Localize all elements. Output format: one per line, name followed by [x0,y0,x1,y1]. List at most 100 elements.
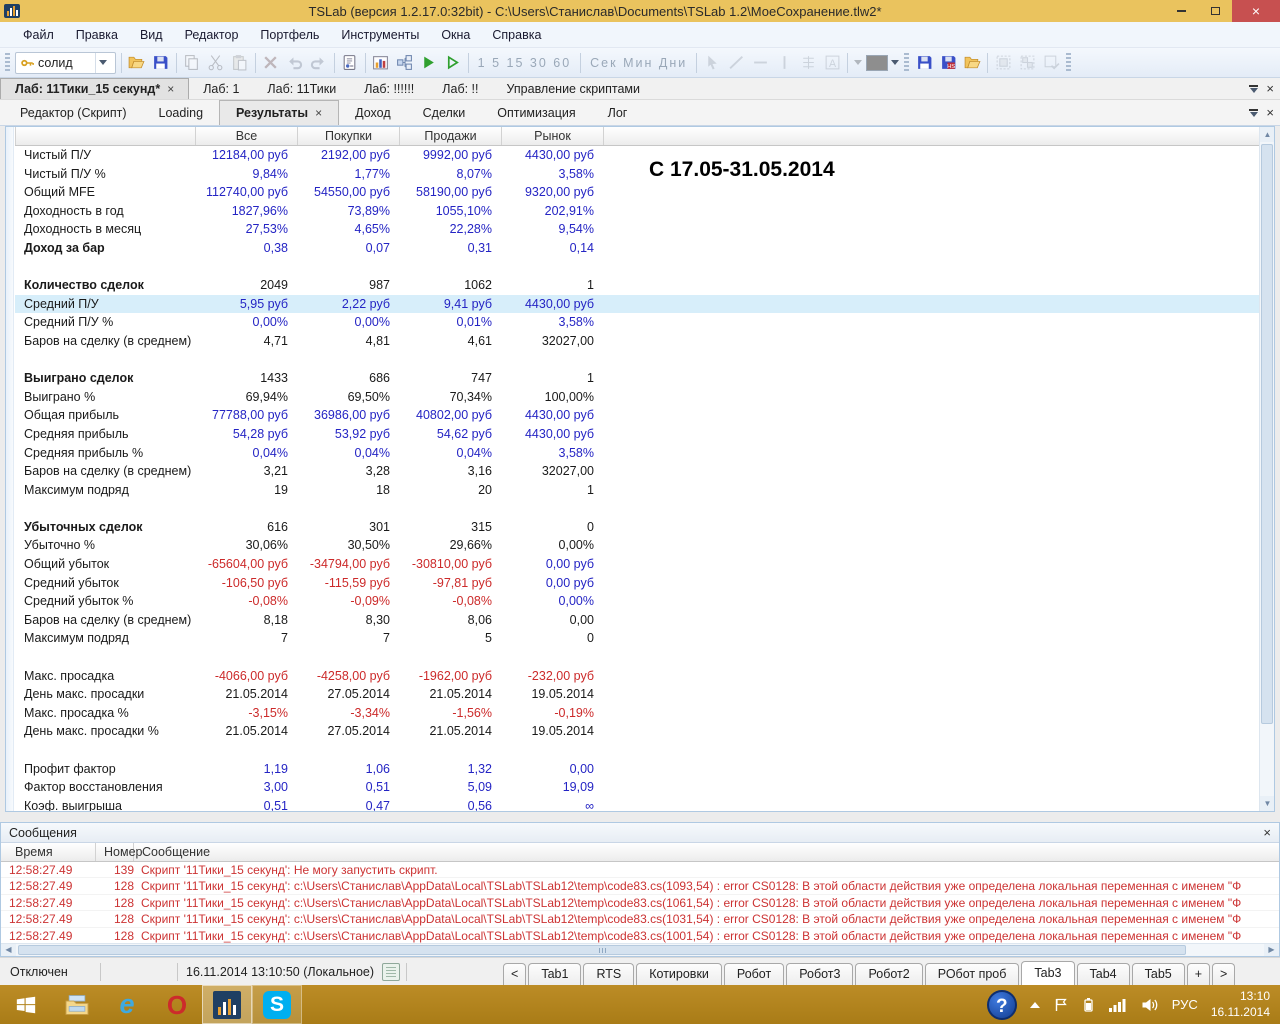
toolbar-grip-3[interactable] [1066,53,1071,73]
messages-close-icon[interactable]: × [1263,825,1271,840]
scroll-thumb[interactable] [18,945,1186,955]
redo-button[interactable] [307,51,331,75]
message-row[interactable]: 12:58:27.49139Скрипт '11Тики_15 секунд':… [1,862,1279,878]
menu-item[interactable]: Портфель [249,24,330,46]
table-row[interactable]: День макс. просадки21.05.201427.05.20142… [15,685,1259,704]
volume-icon[interactable] [1141,997,1159,1013]
message-row[interactable]: 12:58:27.49128Скрипт '11Тики_15 секунд':… [1,878,1279,894]
column-header[interactable]: Рынок [502,127,604,145]
scroll-right-icon[interactable]: ▶ [1264,944,1279,956]
menu-item[interactable]: Правка [65,24,129,46]
menu-item[interactable]: Окна [430,24,481,46]
table-row[interactable]: Общая прибыль77788,00 руб36986,00 руб408… [15,406,1259,425]
table-row[interactable]: Выиграно сделок14336867471 [15,369,1259,388]
workspace-tab[interactable]: RTS [583,963,634,985]
table-row[interactable]: Средняя прибыль %0,04%0,04%0,04%3,58% [15,444,1259,463]
table-row[interactable]: Макс. просадка %-3,15%-3,34%-1,56%-0,19% [15,704,1259,723]
start-button[interactable] [0,985,52,1024]
column-header[interactable]: Покупки [298,127,400,145]
table-row[interactable]: Баров на сделку (в среднем)4,714,814,613… [15,332,1259,351]
save-script-button[interactable]: HS [936,51,960,75]
table-row[interactable]: Общий MFE112740,00 руб54550,00 руб58190,… [15,183,1259,202]
scroll-up-icon[interactable]: ▲ [1260,127,1275,142]
table-row[interactable]: Чистый П/У12184,00 руб2192,00 руб9992,00… [15,146,1259,165]
messages-horizontal-scrollbar[interactable]: ◀ ▶ [1,943,1279,956]
workspace-tab[interactable]: Tab5 [1132,963,1185,985]
validate-button[interactable] [1039,51,1063,75]
table-row[interactable]: Общий убыток-65604,00 руб-34794,00 руб-3… [15,555,1259,574]
ungroup-button[interactable] [1015,51,1039,75]
account-dropdown-icon[interactable] [95,53,111,73]
table-row[interactable]: Доходность в месяц27,53%4,65%22,28%9,54% [15,220,1259,239]
workspace-tab[interactable]: Tab4 [1077,963,1130,985]
close-button[interactable]: × [1232,0,1280,22]
workspace-tab[interactable]: Робот2 [855,963,922,985]
table-row[interactable]: Фактор восстановления3,000,515,0919,09 [15,778,1259,797]
tab[interactable]: Loading [143,100,220,125]
table-row[interactable]: Баров на сделку (в среднем)8,188,308,060… [15,611,1259,630]
table-row[interactable]: Количество сделок204998710621 [15,276,1259,295]
run-step-button[interactable] [441,51,465,75]
table-row[interactable]: Средний П/У5,95 руб2,22 руб9,41 руб4430,… [15,295,1259,314]
results-vertical-scrollbar[interactable]: ▲ ▼ [1259,127,1274,811]
toolbar-grip[interactable] [5,53,10,73]
column-header-time[interactable]: Время [1,843,96,861]
run-button[interactable] [417,51,441,75]
open-script-button[interactable] [960,51,984,75]
workspace-tab[interactable]: < [503,963,526,985]
delete-button[interactable] [259,51,283,75]
workspace-tab[interactable]: Tab1 [528,963,581,985]
log-book-icon[interactable] [382,963,400,981]
workspace-tab[interactable]: Робот [724,963,784,985]
file-explorer-button[interactable] [52,985,102,1024]
account-combobox[interactable]: солид [15,52,116,74]
scroll-left-icon[interactable]: ◀ [1,944,16,956]
column-header-message[interactable]: Сообщение [134,843,1279,861]
open-button[interactable] [125,51,149,75]
menu-item[interactable]: Инструменты [330,24,430,46]
column-header[interactable]: Все [196,127,298,145]
menu-item[interactable]: Файл [12,24,65,46]
opera-button[interactable]: O [152,985,202,1024]
group-button[interactable] [991,51,1015,75]
style-dropdown[interactable] [851,51,865,75]
workspace-tab[interactable]: Tab3 [1021,961,1074,985]
workspace-tab[interactable]: РОбот проб [925,963,1020,985]
tray-clock[interactable]: 13:10 16.11.2014 [1211,989,1270,1020]
table-row[interactable]: Доход за бар0,380,070,310,14 [15,239,1259,258]
tab[interactable]: Лаб: !!!!!! [350,78,428,99]
tab[interactable]: Лог [592,100,644,125]
table-row[interactable]: День макс. просадки %21.05.201427.05.201… [15,722,1259,741]
color-picker[interactable] [865,51,889,75]
tab-list-dropdown-icon[interactable] [1249,85,1258,93]
message-row[interactable]: 12:58:27.49128Скрипт '11Тики_15 секунд':… [1,895,1279,911]
table-row[interactable]: Чистый П/У %9,84%1,77%8,07%3,58% [15,165,1259,184]
scroll-down-icon[interactable]: ▼ [1260,796,1275,811]
tab[interactable]: Лаб: 11Тики_15 секунд*× [0,78,189,99]
save-button[interactable] [149,51,173,75]
table-row[interactable]: Средняя прибыль54,28 руб53,92 руб54,62 р… [15,425,1259,444]
table-row[interactable]: Убыточных сделок6163013150 [15,518,1259,537]
vline-tool-button[interactable] [772,51,796,75]
tab[interactable]: Сделки [407,100,482,125]
column-header-number[interactable]: Номер [96,843,134,861]
undo-button[interactable] [283,51,307,75]
table-row[interactable]: Выиграно %69,94%69,50%70,34%100,00% [15,388,1259,407]
workspace-tab[interactable]: Котировки [636,963,722,985]
table-row[interactable]: Максимум подряд7750 [15,629,1259,648]
menu-item[interactable]: Справка [481,24,552,46]
column-header[interactable]: Продажи [400,127,502,145]
tab[interactable]: Лаб: !! [428,78,492,99]
scroll-thumb[interactable] [1261,144,1273,724]
tab[interactable]: Результаты× [219,100,339,125]
levels-tool-button[interactable] [796,51,820,75]
table-row[interactable]: Максимум подряд1918201 [15,481,1259,500]
save-all-button[interactable] [912,51,936,75]
table-row[interactable]: Профит фактор1,191,061,320,00 [15,760,1259,779]
table-row[interactable]: Убыточно %30,06%30,50%29,66%0,00% [15,536,1259,555]
cursor-tool-button[interactable] [700,51,724,75]
table-row[interactable]: Коэф. выигрыша0,510,470,56∞ [15,797,1259,811]
tab[interactable]: Лаб: 1 [189,78,253,99]
table-row[interactable]: Средний убыток-106,50 руб-115,59 руб-97,… [15,574,1259,593]
workspace-tab[interactable]: Робот3 [786,963,853,985]
